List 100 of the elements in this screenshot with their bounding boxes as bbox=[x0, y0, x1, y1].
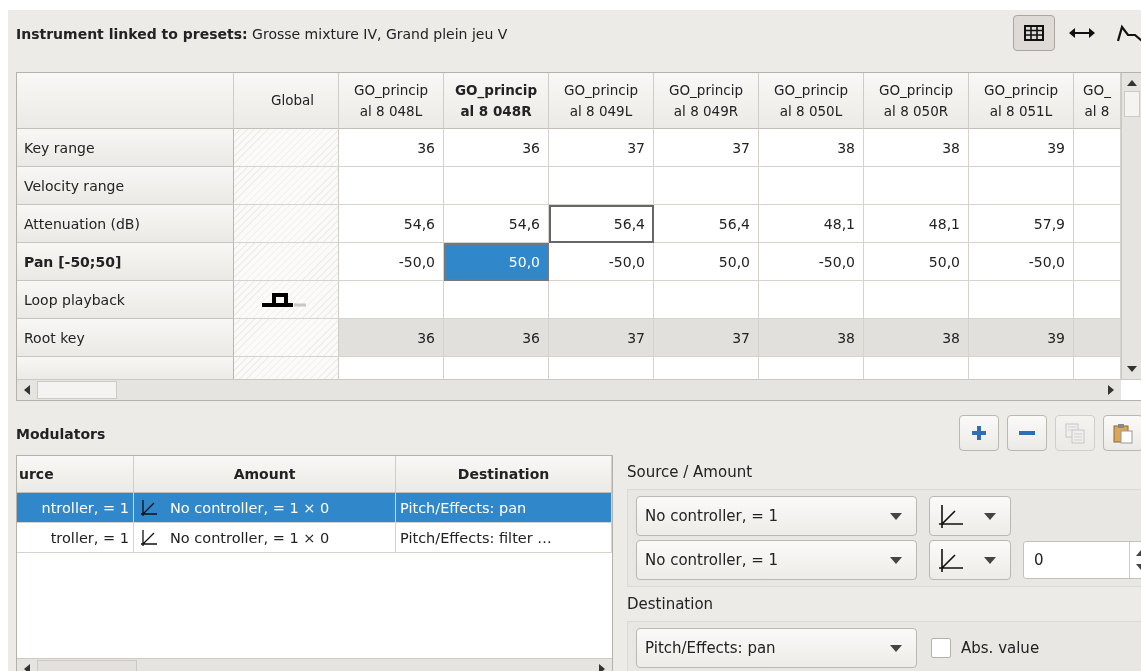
table-cell[interactable]: 36 bbox=[339, 319, 444, 357]
row-header[interactable]: Loop playback bbox=[17, 281, 234, 319]
table-cell[interactable]: 38 bbox=[759, 129, 864, 167]
abs-value-checkbox[interactable] bbox=[931, 638, 951, 658]
paste-button[interactable] bbox=[1103, 415, 1141, 451]
table-cell[interactable]: ntroller, = 1 bbox=[17, 493, 134, 523]
table-cell[interactable]: Pitch/Effects: filter … bbox=[396, 523, 612, 553]
column-header[interactable]: Global bbox=[234, 73, 339, 129]
table-cell[interactable]: 36 bbox=[444, 129, 549, 167]
table-cell[interactable] bbox=[339, 167, 444, 205]
table-cell[interactable] bbox=[444, 167, 549, 205]
table-cell[interactable]: 36 bbox=[339, 129, 444, 167]
table-cell[interactable] bbox=[969, 167, 1074, 205]
table-cell[interactable] bbox=[339, 281, 444, 319]
global-cell[interactable] bbox=[234, 281, 339, 319]
column-header[interactable]: GO_princip al 8 048R bbox=[444, 73, 549, 129]
source-dropdown[interactable]: No controller, = 1 bbox=[636, 496, 917, 536]
table-cell[interactable]: -50,0 bbox=[549, 243, 654, 281]
table-cell[interactable] bbox=[759, 167, 864, 205]
table-cell[interactable]: -50,0 bbox=[759, 243, 864, 281]
remove-button[interactable] bbox=[1007, 415, 1047, 451]
column-header[interactable]: GO_princip al 8 048L bbox=[339, 73, 444, 129]
scroll-left-icon[interactable] bbox=[23, 662, 31, 671]
table-cell[interactable] bbox=[1074, 281, 1121, 319]
destination-dropdown[interactable]: Pitch/Effects: pan bbox=[636, 628, 917, 668]
row-header[interactable] bbox=[17, 357, 234, 379]
table-cell[interactable]: 37 bbox=[654, 129, 759, 167]
table-cell[interactable] bbox=[1074, 167, 1121, 205]
column-header[interactable]: GO_princip al 8 049L bbox=[549, 73, 654, 129]
column-header[interactable]: Destination bbox=[396, 456, 612, 493]
scroll-up-icon[interactable] bbox=[1125, 79, 1138, 87]
column-header[interactable]: GO_princip al 8 050L bbox=[759, 73, 864, 129]
table-cell[interactable]: 38 bbox=[864, 129, 969, 167]
global-cell[interactable] bbox=[234, 357, 339, 379]
table-cell[interactable] bbox=[864, 167, 969, 205]
table-cell[interactable] bbox=[969, 281, 1074, 319]
table-cell[interactable]: 50,0 bbox=[654, 243, 759, 281]
column-header[interactable]: GO_princip al 8 049R bbox=[654, 73, 759, 129]
table-cell[interactable]: 50,0 bbox=[444, 243, 549, 281]
global-cell[interactable] bbox=[234, 129, 339, 167]
column-header[interactable]: GO_princip al 8 051L bbox=[969, 73, 1074, 129]
table-cell[interactable]: 37 bbox=[654, 319, 759, 357]
table-cell[interactable] bbox=[759, 281, 864, 319]
table-cell[interactable] bbox=[444, 281, 549, 319]
table-cell[interactable] bbox=[864, 281, 969, 319]
table-cell[interactable]: 48,1 bbox=[759, 205, 864, 243]
table-cell[interactable]: 39 bbox=[969, 129, 1074, 167]
table-cell[interactable]: No controller, = 1 × 0 bbox=[134, 523, 396, 553]
row-header[interactable]: Key range bbox=[17, 129, 234, 167]
table-cell[interactable] bbox=[549, 281, 654, 319]
table-cell[interactable]: 36 bbox=[444, 319, 549, 357]
curve-dropdown[interactable] bbox=[929, 540, 1011, 580]
table-cell[interactable] bbox=[1074, 205, 1121, 243]
table-cell[interactable]: -50,0 bbox=[339, 243, 444, 281]
table-cell[interactable] bbox=[1074, 129, 1121, 167]
scrollbar-thumb[interactable] bbox=[1123, 91, 1140, 117]
table-cell[interactable]: 37 bbox=[549, 129, 654, 167]
row-header[interactable]: Attenuation (dB) bbox=[17, 205, 234, 243]
scroll-right-icon[interactable] bbox=[1107, 384, 1115, 396]
table-cell[interactable] bbox=[654, 281, 759, 319]
table-cell[interactable]: 48,1 bbox=[864, 205, 969, 243]
scroll-down-icon[interactable] bbox=[1125, 365, 1138, 373]
curve-dropdown[interactable] bbox=[929, 496, 1011, 536]
vertical-scrollbar[interactable] bbox=[1121, 73, 1141, 379]
table-cell[interactable]: Pitch/Effects: pan bbox=[396, 493, 612, 523]
table-cell[interactable]: 50,0 bbox=[864, 243, 969, 281]
horizontal-scrollbar[interactable] bbox=[17, 380, 1121, 400]
table-cell[interactable]: 37 bbox=[549, 319, 654, 357]
table-view-button[interactable] bbox=[1013, 15, 1055, 51]
table-cell[interactable]: 54,6 bbox=[444, 205, 549, 243]
amount-source-dropdown[interactable]: No controller, = 1 bbox=[636, 540, 917, 580]
scroll-right-icon[interactable] bbox=[598, 662, 606, 671]
add-button[interactable] bbox=[959, 415, 999, 451]
column-header[interactable]: Amount bbox=[134, 456, 396, 493]
row-header[interactable]: Velocity range bbox=[17, 167, 234, 205]
global-cell[interactable] bbox=[234, 243, 339, 281]
table-cell[interactable]: 56,4 bbox=[549, 205, 654, 243]
column-header[interactable]: GO_ al 8 bbox=[1074, 73, 1121, 129]
row-header[interactable]: Root key bbox=[17, 319, 234, 357]
table-cell[interactable]: 54,6 bbox=[339, 205, 444, 243]
column-header[interactable]: GO_princip al 8 050R bbox=[864, 73, 969, 129]
scroll-left-icon[interactable] bbox=[23, 384, 31, 396]
table-cell[interactable]: 56,4 bbox=[654, 205, 759, 243]
table-cell[interactable]: 38 bbox=[864, 319, 969, 357]
table-cell[interactable]: 38 bbox=[759, 319, 864, 357]
table-cell[interactable]: No controller, = 1 × 0 bbox=[134, 493, 396, 523]
global-cell[interactable] bbox=[234, 319, 339, 357]
table-cell[interactable] bbox=[1074, 243, 1121, 281]
amount-spinbox[interactable]: 0 bbox=[1023, 541, 1141, 579]
scrollbar-thumb[interactable] bbox=[37, 381, 117, 399]
column-header[interactable]: urce bbox=[17, 456, 134, 493]
table-cell[interactable]: 39 bbox=[969, 319, 1074, 357]
global-cell[interactable] bbox=[234, 167, 339, 205]
table-cell[interactable]: troller, = 1 bbox=[17, 523, 134, 553]
table-cell[interactable]: -50,0 bbox=[969, 243, 1074, 281]
table-cell[interactable]: 57,9 bbox=[969, 205, 1074, 243]
global-cell[interactable] bbox=[234, 205, 339, 243]
row-header[interactable]: Pan [-50;50] bbox=[17, 243, 234, 281]
abs-value-label[interactable]: Abs. value bbox=[961, 639, 1040, 657]
table-cell[interactable] bbox=[654, 167, 759, 205]
